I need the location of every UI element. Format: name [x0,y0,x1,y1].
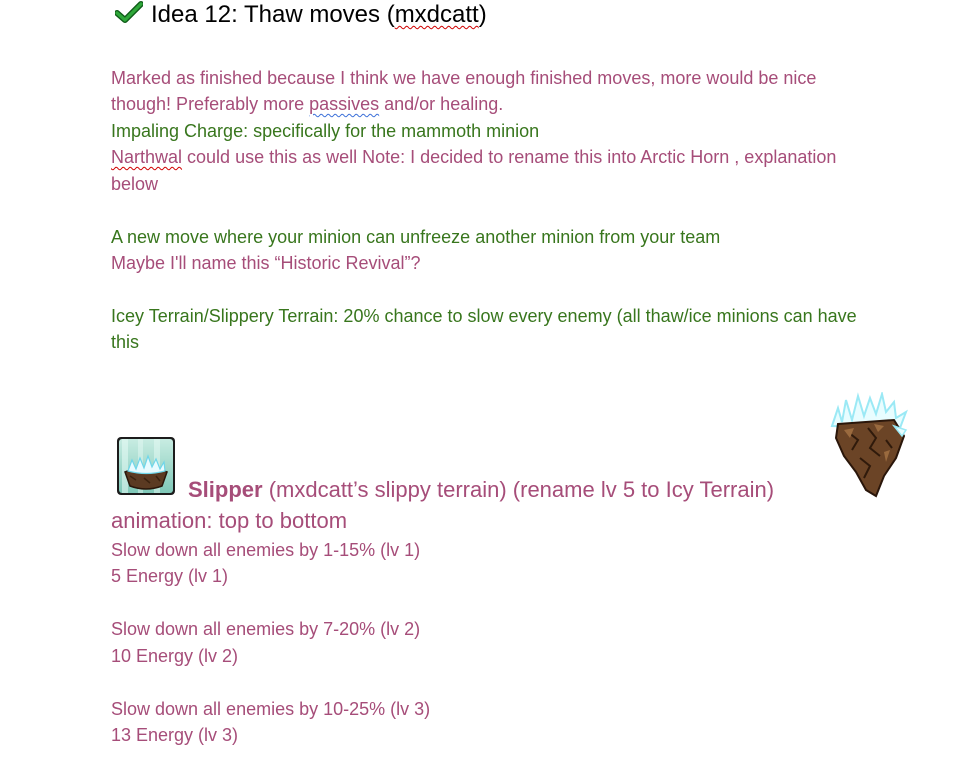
slipper-animation: animation: top to bottom [111,508,348,533]
level-1-effect: Slow down all enemies by 1-15% (lv 1) [111,540,421,560]
heading-author: mxdcatt [394,1,479,28]
intro-line-1: Marked as finished because I think we ha… [111,68,817,88]
level-2-energy: 10 Energy (lv 2) [111,646,239,666]
ice-rock-minion-image [824,390,910,500]
historic-revival-line: Maybe I'll name this “Historic Revival”? [111,253,421,273]
checkmark-icon [114,0,144,31]
level-3-effect: Slow down all enemies by 10-25% (lv 3) [111,699,431,719]
slipper-name: Slipper [188,477,263,502]
narthwal-line: Narthwal could use this as well Note: I … [111,144,836,170]
intro-passives-word: passives [309,94,380,114]
heading-prefix: Idea 12: Thaw moves ( [151,1,395,28]
intro-line-2-post: and/or healing. [379,94,504,114]
intro-line-2-pre: though! Preferably more [111,94,310,114]
slipper-description: (mxdcatt’s slippy terrain) (rename lv 5 … [262,477,775,502]
narthwal-word: Narthwal [111,147,183,167]
level-3-energy: 13 Energy (lv 3) [111,725,239,745]
level-1-energy: 5 Energy (lv 1) [111,566,229,586]
narthwal-below: below [111,174,159,194]
icey-terrain-line-1: Icey Terrain/Slippery Terrain: 20% chanc… [111,306,857,326]
impaling-charge-line: Impaling Charge: specifically for the ma… [111,121,540,141]
idea-heading: Idea 12: Thaw moves (mxdcatt) [114,0,487,31]
intro-line-2: though! Preferably more passives and/or … [111,91,503,117]
heading-suffix: ) [478,1,487,28]
level-2-effect: Slow down all enemies by 7-20% (lv 2) [111,619,421,639]
slipper-title-line: Slipper (mxdcatt’s slippy terrain) (rena… [188,476,774,504]
unfreeze-line: A new move where your minion can unfreez… [111,227,721,247]
icey-terrain-line-2: this [111,332,140,352]
slipper-move-icon [116,436,176,496]
narthwal-rest: could use this as well Note: I decided t… [182,147,837,167]
